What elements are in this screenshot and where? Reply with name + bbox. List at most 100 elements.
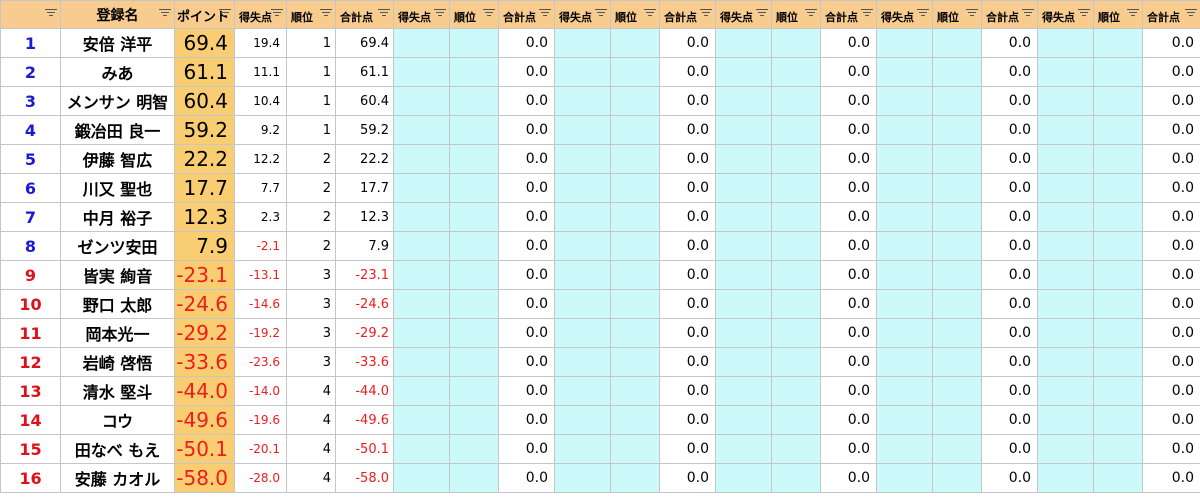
rank-cell[interactable] bbox=[449, 463, 499, 493]
score-cell[interactable] bbox=[715, 347, 772, 377]
row-index[interactable]: 2 bbox=[0, 57, 61, 87]
rank-cell[interactable] bbox=[771, 28, 821, 58]
total-points[interactable]: 59.2 bbox=[174, 115, 235, 145]
rank-cell[interactable] bbox=[1093, 405, 1143, 435]
sum-cell[interactable]: 0.0 bbox=[820, 289, 877, 319]
header-name[interactable]: 登録名 bbox=[60, 0, 175, 29]
row-index[interactable]: 1 bbox=[0, 28, 61, 58]
score-cell[interactable] bbox=[1037, 173, 1094, 203]
table-row[interactable]: 13 清水 堅斗 -44.0 -14.0 4 -44.0 0.0 0.0 0.0 0.0 0.0 bbox=[0, 376, 1200, 406]
sum-cell[interactable]: 0.0 bbox=[981, 173, 1038, 203]
sum-cell[interactable]: 0.0 bbox=[498, 173, 555, 203]
filter-icon[interactable] bbox=[917, 9, 929, 19]
score-cell[interactable] bbox=[715, 318, 772, 348]
rank-cell[interactable] bbox=[771, 347, 821, 377]
rank-cell[interactable]: 3 bbox=[286, 347, 336, 377]
header-rank[interactable]: 順位 bbox=[1093, 0, 1143, 29]
rank-cell[interactable] bbox=[771, 260, 821, 290]
score-cell[interactable] bbox=[1037, 347, 1094, 377]
rank-cell[interactable] bbox=[771, 57, 821, 87]
sum-cell[interactable]: -49.6 bbox=[335, 405, 394, 435]
rank-cell[interactable] bbox=[771, 405, 821, 435]
filter-icon[interactable] bbox=[45, 9, 57, 19]
rank-cell[interactable] bbox=[610, 173, 660, 203]
score-cell[interactable] bbox=[715, 86, 772, 116]
score-cell[interactable] bbox=[393, 144, 450, 174]
sum-cell[interactable]: 0.0 bbox=[498, 231, 555, 261]
score-cell[interactable] bbox=[1037, 289, 1094, 319]
player-name[interactable]: 安倍 洋平 bbox=[60, 28, 175, 58]
score-cell[interactable] bbox=[876, 289, 933, 319]
table-row[interactable]: 11 岡本光一 -29.2 -19.2 3 -29.2 0.0 0.0 0.0 0.0 0.0 bbox=[0, 318, 1200, 348]
rank-cell[interactable] bbox=[771, 289, 821, 319]
header-rank[interactable]: 順位 bbox=[610, 0, 660, 29]
score-cell[interactable] bbox=[715, 463, 772, 493]
row-index[interactable]: 16 bbox=[0, 463, 61, 493]
header-sum[interactable]: 合計点 bbox=[659, 0, 716, 29]
player-name[interactable]: ゼンツ安田 bbox=[60, 231, 175, 261]
rank-cell[interactable] bbox=[1093, 318, 1143, 348]
rank-cell[interactable]: 1 bbox=[286, 57, 336, 87]
filter-icon[interactable] bbox=[861, 9, 873, 19]
score-cell[interactable] bbox=[876, 86, 933, 116]
rank-cell[interactable] bbox=[610, 86, 660, 116]
rank-cell[interactable] bbox=[449, 260, 499, 290]
sum-cell[interactable]: 0.0 bbox=[659, 376, 716, 406]
rank-cell[interactable] bbox=[610, 115, 660, 145]
row-index[interactable]: 14 bbox=[0, 405, 61, 435]
sum-cell[interactable]: 0.0 bbox=[1142, 405, 1200, 435]
sum-cell[interactable]: 0.0 bbox=[1142, 231, 1200, 261]
row-index[interactable]: 5 bbox=[0, 144, 61, 174]
table-row[interactable]: 8 ゼンツ安田 7.9 -2.1 2 7.9 0.0 0.0 0.0 0.0 0.0 bbox=[0, 231, 1200, 261]
score-cell[interactable] bbox=[393, 463, 450, 493]
score-cell[interactable] bbox=[1037, 28, 1094, 58]
score-cell[interactable] bbox=[715, 57, 772, 87]
score-cell[interactable] bbox=[1037, 202, 1094, 232]
row-index[interactable]: 7 bbox=[0, 202, 61, 232]
score-cell[interactable] bbox=[715, 434, 772, 464]
sum-cell[interactable]: 0.0 bbox=[981, 57, 1038, 87]
header-sum[interactable]: 合計点 bbox=[335, 0, 394, 29]
score-cell[interactable] bbox=[1037, 57, 1094, 87]
filter-icon[interactable] bbox=[805, 9, 817, 19]
score-cell[interactable]: 10.4 bbox=[234, 86, 287, 116]
sum-cell[interactable]: 0.0 bbox=[820, 405, 877, 435]
score-cell[interactable] bbox=[876, 28, 933, 58]
filter-icon[interactable] bbox=[1185, 9, 1197, 19]
sum-cell[interactable]: 59.2 bbox=[335, 115, 394, 145]
sum-cell[interactable]: 0.0 bbox=[659, 144, 716, 174]
rank-cell[interactable]: 1 bbox=[286, 28, 336, 58]
sum-cell[interactable]: 0.0 bbox=[659, 318, 716, 348]
score-cell[interactable] bbox=[554, 144, 611, 174]
rank-cell[interactable] bbox=[610, 260, 660, 290]
sum-cell[interactable]: -33.6 bbox=[335, 347, 394, 377]
score-cell[interactable] bbox=[715, 28, 772, 58]
row-index[interactable]: 4 bbox=[0, 115, 61, 145]
score-cell[interactable] bbox=[554, 405, 611, 435]
score-cell[interactable] bbox=[715, 376, 772, 406]
score-cell[interactable] bbox=[715, 405, 772, 435]
score-cell[interactable] bbox=[876, 144, 933, 174]
rank-cell[interactable] bbox=[610, 405, 660, 435]
score-cell[interactable]: 11.1 bbox=[234, 57, 287, 87]
total-points[interactable]: -44.0 bbox=[174, 376, 235, 406]
score-cell[interactable] bbox=[393, 28, 450, 58]
rank-cell[interactable] bbox=[932, 463, 982, 493]
sum-cell[interactable]: 0.0 bbox=[498, 28, 555, 58]
player-name[interactable]: 伊藤 智広 bbox=[60, 144, 175, 174]
score-cell[interactable] bbox=[715, 260, 772, 290]
row-index[interactable]: 8 bbox=[0, 231, 61, 261]
score-cell[interactable] bbox=[393, 405, 450, 435]
rank-cell[interactable] bbox=[932, 434, 982, 464]
sum-cell[interactable]: 7.9 bbox=[335, 231, 394, 261]
score-cell[interactable] bbox=[1037, 318, 1094, 348]
score-cell[interactable] bbox=[554, 28, 611, 58]
rank-cell[interactable]: 3 bbox=[286, 318, 336, 348]
sum-cell[interactable]: 0.0 bbox=[659, 347, 716, 377]
rank-cell[interactable] bbox=[1093, 115, 1143, 145]
filter-icon[interactable] bbox=[378, 9, 390, 19]
filter-icon[interactable] bbox=[644, 9, 656, 19]
score-cell[interactable] bbox=[393, 434, 450, 464]
score-cell[interactable] bbox=[876, 318, 933, 348]
sum-cell[interactable]: 0.0 bbox=[981, 318, 1038, 348]
